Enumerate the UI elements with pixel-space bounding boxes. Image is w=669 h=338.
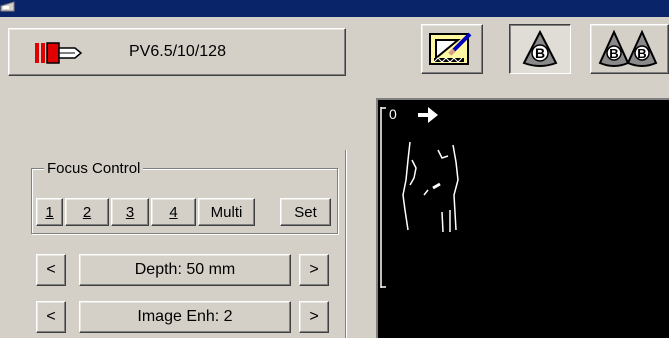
- dual-b-mode-icon: B B: [598, 29, 657, 67]
- focus-4-button[interactable]: 4: [151, 198, 196, 226]
- depth-scale: [380, 107, 386, 288]
- panel-divider: [345, 150, 347, 338]
- probe-label: PV6.5/10/128: [129, 43, 226, 60]
- depth-button[interactable]: Depth: 50 mm: [79, 254, 291, 286]
- depth-start-label: 0: [389, 106, 397, 122]
- annotation-button[interactable]: [421, 24, 483, 74]
- focus-set-button[interactable]: Set: [280, 198, 331, 226]
- b-mode-icon: B: [522, 29, 558, 67]
- image-enh-increase-button[interactable]: >: [299, 301, 329, 333]
- focus-2-button[interactable]: 2: [65, 198, 109, 226]
- focus-control-title: Focus Control: [44, 160, 144, 178]
- dual-b-mode-button[interactable]: B B: [590, 24, 669, 74]
- svg-text:B: B: [637, 46, 646, 61]
- image-enh-button[interactable]: Image Enh: 2: [79, 301, 291, 333]
- annotation-pencil-icon: [429, 32, 472, 65]
- depth-increase-button[interactable]: >: [299, 254, 329, 286]
- image-enh-label: Image Enh: 2: [137, 308, 233, 325]
- svg-text:B: B: [609, 46, 618, 61]
- depth-label: Depth: 50 mm: [134, 261, 236, 278]
- b-mode-button[interactable]: B: [509, 24, 571, 74]
- probe-select-button[interactable]: PV6.5/10/128: [8, 28, 346, 76]
- probe-icon: [35, 42, 83, 64]
- focus-1-button[interactable]: 1: [36, 198, 63, 226]
- svg-text:B: B: [535, 45, 545, 61]
- right-arrow-icon: [418, 107, 438, 123]
- image-enh-decrease-button[interactable]: <: [36, 301, 66, 333]
- ultrasound-scan-image: [402, 141, 459, 233]
- ultrasound-app-icon[interactable]: [0, 0, 18, 17]
- focus-3-button[interactable]: 3: [111, 198, 149, 226]
- title-bar: [0, 0, 669, 17]
- focus-multi-button[interactable]: Multi: [198, 198, 255, 226]
- depth-decrease-button[interactable]: <: [36, 254, 66, 286]
